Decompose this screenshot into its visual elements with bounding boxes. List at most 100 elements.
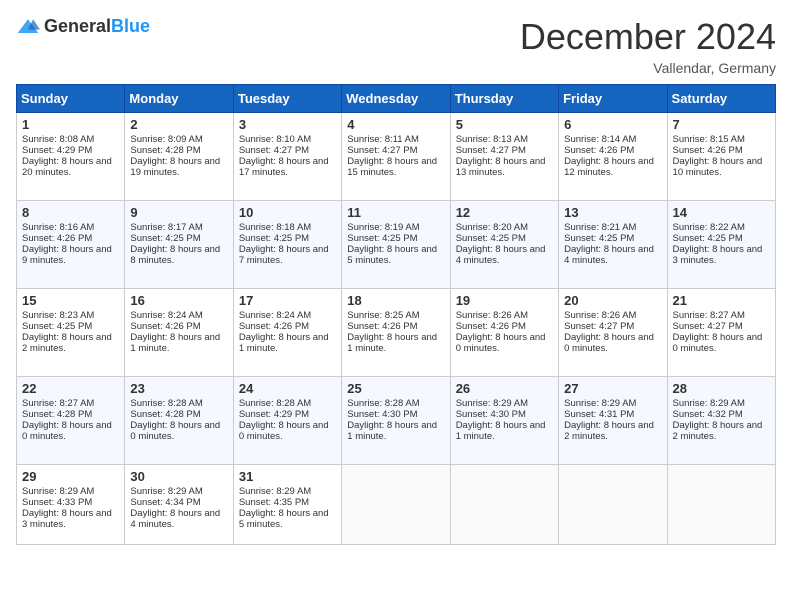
daylight-text: Daylight: 8 hours and 7 minutes. bbox=[239, 244, 336, 266]
sunset-text: Sunset: 4:26 PM bbox=[456, 321, 553, 332]
daylight-text: Daylight: 8 hours and 0 minutes. bbox=[130, 420, 227, 442]
sunset-text: Sunset: 4:31 PM bbox=[564, 409, 661, 420]
calendar-cell: 30Sunrise: 8:29 AMSunset: 4:34 PMDayligh… bbox=[125, 465, 233, 545]
weekday-header: Thursday bbox=[450, 85, 558, 113]
calendar-cell: 24Sunrise: 8:28 AMSunset: 4:29 PMDayligh… bbox=[233, 377, 341, 465]
day-number: 20 bbox=[564, 293, 661, 308]
daylight-text: Daylight: 8 hours and 0 minutes. bbox=[456, 332, 553, 354]
calendar-cell: 15Sunrise: 8:23 AMSunset: 4:25 PMDayligh… bbox=[17, 289, 125, 377]
calendar-week-row: 29 Sunrise: 8:29 AM Sunset: 4:33 PM Dayligh… bbox=[17, 465, 776, 545]
day-number: 12 bbox=[456, 205, 553, 220]
sunrise-text: Sunrise: 8:29 AM bbox=[673, 398, 770, 409]
sunset-text: Sunset: 4:25 PM bbox=[673, 233, 770, 244]
daylight-text: Daylight: 8 hours and 17 minutes. bbox=[239, 156, 336, 178]
calendar-cell: 17Sunrise: 8:24 AMSunset: 4:26 PMDayligh… bbox=[233, 289, 341, 377]
sunset-text: Sunset: 4:30 PM bbox=[456, 409, 553, 420]
calendar-cell: 6 Sunrise: 8:14 AMSunset: 4:26 PMDaylight… bbox=[559, 113, 667, 201]
daylight-text: Daylight: 8 hours and 3 minutes. bbox=[673, 244, 770, 266]
daylight-text: Daylight: 8 hours and 2 minutes. bbox=[564, 420, 661, 442]
day-number: 2 bbox=[130, 117, 227, 132]
location: Vallendar, Germany bbox=[520, 60, 776, 76]
sunset-text: Sunset: 4:29 PM bbox=[22, 145, 119, 156]
sunrise-text: Sunrise: 8:26 AM bbox=[456, 310, 553, 321]
day-number: 30 bbox=[130, 469, 227, 484]
logo: GeneralBlue bbox=[16, 16, 150, 37]
day-number: 28 bbox=[673, 381, 770, 396]
day-number: 1 bbox=[22, 117, 119, 132]
month-title: December 2024 bbox=[520, 16, 776, 58]
calendar-cell: 10Sunrise: 8:18 AMSunset: 4:25 PMDayligh… bbox=[233, 201, 341, 289]
sunrise-text: Sunrise: 8:25 AM bbox=[347, 310, 444, 321]
sunrise-text: Sunrise: 8:18 AM bbox=[239, 222, 336, 233]
daylight-text: Daylight: 8 hours and 2 minutes. bbox=[22, 332, 119, 354]
day-number: 29 bbox=[22, 469, 119, 484]
sunrise-text: Sunrise: 8:29 AM bbox=[239, 486, 336, 497]
day-number: 3 bbox=[239, 117, 336, 132]
sunrise-text: Sunrise: 8:24 AM bbox=[239, 310, 336, 321]
sunset-text: Sunset: 4:27 PM bbox=[347, 145, 444, 156]
sunrise-text: Sunrise: 8:22 AM bbox=[673, 222, 770, 233]
daylight-text: Daylight: 8 hours and 5 minutes. bbox=[239, 508, 336, 530]
day-number: 9 bbox=[130, 205, 227, 220]
day-number: 6 bbox=[564, 117, 661, 132]
daylight-text: Daylight: 8 hours and 5 minutes. bbox=[347, 244, 444, 266]
calendar-cell: 16Sunrise: 8:24 AMSunset: 4:26 PMDayligh… bbox=[125, 289, 233, 377]
calendar-cell bbox=[342, 465, 450, 545]
sunset-text: Sunset: 4:26 PM bbox=[130, 321, 227, 332]
daylight-text: Daylight: 8 hours and 1 minute. bbox=[347, 332, 444, 354]
calendar-week-row: 15Sunrise: 8:23 AMSunset: 4:25 PMDayligh… bbox=[17, 289, 776, 377]
daylight-text: Daylight: 8 hours and 19 minutes. bbox=[130, 156, 227, 178]
sunset-text: Sunset: 4:25 PM bbox=[456, 233, 553, 244]
title-section: December 2024 Vallendar, Germany bbox=[520, 16, 776, 76]
sunset-text: Sunset: 4:33 PM bbox=[22, 497, 119, 508]
sunrise-text: Sunrise: 8:20 AM bbox=[456, 222, 553, 233]
sunset-text: Sunset: 4:26 PM bbox=[22, 233, 119, 244]
daylight-text: Daylight: 8 hours and 12 minutes. bbox=[564, 156, 661, 178]
weekday-header: Tuesday bbox=[233, 85, 341, 113]
calendar-cell: 14Sunrise: 8:22 AMSunset: 4:25 PMDayligh… bbox=[667, 201, 775, 289]
sunrise-text: Sunrise: 8:21 AM bbox=[564, 222, 661, 233]
calendar-cell: 27Sunrise: 8:29 AMSunset: 4:31 PMDayligh… bbox=[559, 377, 667, 465]
sunset-text: Sunset: 4:25 PM bbox=[22, 321, 119, 332]
sunrise-text: Sunrise: 8:09 AM bbox=[130, 134, 227, 145]
sunrise-text: Sunrise: 8:27 AM bbox=[673, 310, 770, 321]
sunrise-text: Sunrise: 8:28 AM bbox=[130, 398, 227, 409]
sunset-text: Sunset: 4:27 PM bbox=[564, 321, 661, 332]
day-number: 16 bbox=[130, 293, 227, 308]
sunset-text: Sunset: 4:26 PM bbox=[347, 321, 444, 332]
sunset-text: Sunset: 4:29 PM bbox=[239, 409, 336, 420]
daylight-text: Daylight: 8 hours and 1 minute. bbox=[456, 420, 553, 442]
daylight-text: Daylight: 8 hours and 4 minutes. bbox=[564, 244, 661, 266]
sunrise-text: Sunrise: 8:16 AM bbox=[22, 222, 119, 233]
sunrise-text: Sunrise: 8:11 AM bbox=[347, 134, 444, 145]
calendar-cell: 3Sunrise: 8:10 AMSunset: 4:27 PMDaylight… bbox=[233, 113, 341, 201]
daylight-text: Daylight: 8 hours and 1 minute. bbox=[347, 420, 444, 442]
calendar-cell: 23Sunrise: 8:28 AMSunset: 4:28 PMDayligh… bbox=[125, 377, 233, 465]
sunrise-text: Sunrise: 8:13 AM bbox=[456, 134, 553, 145]
calendar-cell: 7Sunrise: 8:15 AMSunset: 4:26 PMDaylight… bbox=[667, 113, 775, 201]
calendar-cell: 1Sunrise: 8:08 AMSunset: 4:29 PMDaylight… bbox=[17, 113, 125, 201]
daylight-text: Daylight: 8 hours and 1 minute. bbox=[130, 332, 227, 354]
sunset-text: Sunset: 4:26 PM bbox=[564, 145, 661, 156]
sunset-text: Sunset: 4:28 PM bbox=[130, 145, 227, 156]
day-number: 19 bbox=[456, 293, 553, 308]
daylight-text: Daylight: 8 hours and 10 minutes. bbox=[673, 156, 770, 178]
daylight-text: Daylight: 8 hours and 0 minutes. bbox=[22, 420, 119, 442]
sunrise-text: Sunrise: 8:14 AM bbox=[564, 134, 661, 145]
weekday-header: Saturday bbox=[667, 85, 775, 113]
sunrise-text: Sunrise: 8:15 AM bbox=[673, 134, 770, 145]
logo-icon bbox=[16, 17, 40, 37]
day-number: 11 bbox=[347, 205, 444, 220]
day-number: 22 bbox=[22, 381, 119, 396]
sunset-text: Sunset: 4:25 PM bbox=[347, 233, 444, 244]
sunset-text: Sunset: 4:25 PM bbox=[239, 233, 336, 244]
day-number: 18 bbox=[347, 293, 444, 308]
weekday-header: Sunday bbox=[17, 85, 125, 113]
day-number: 15 bbox=[22, 293, 119, 308]
calendar-cell: 5Sunrise: 8:13 AMSunset: 4:27 PMDaylight… bbox=[450, 113, 558, 201]
sunset-text: Sunset: 4:27 PM bbox=[456, 145, 553, 156]
daylight-text: Daylight: 8 hours and 4 minutes. bbox=[130, 508, 227, 530]
sunrise-text: Sunrise: 8:28 AM bbox=[347, 398, 444, 409]
weekday-header: Wednesday bbox=[342, 85, 450, 113]
day-number: 31 bbox=[239, 469, 336, 484]
